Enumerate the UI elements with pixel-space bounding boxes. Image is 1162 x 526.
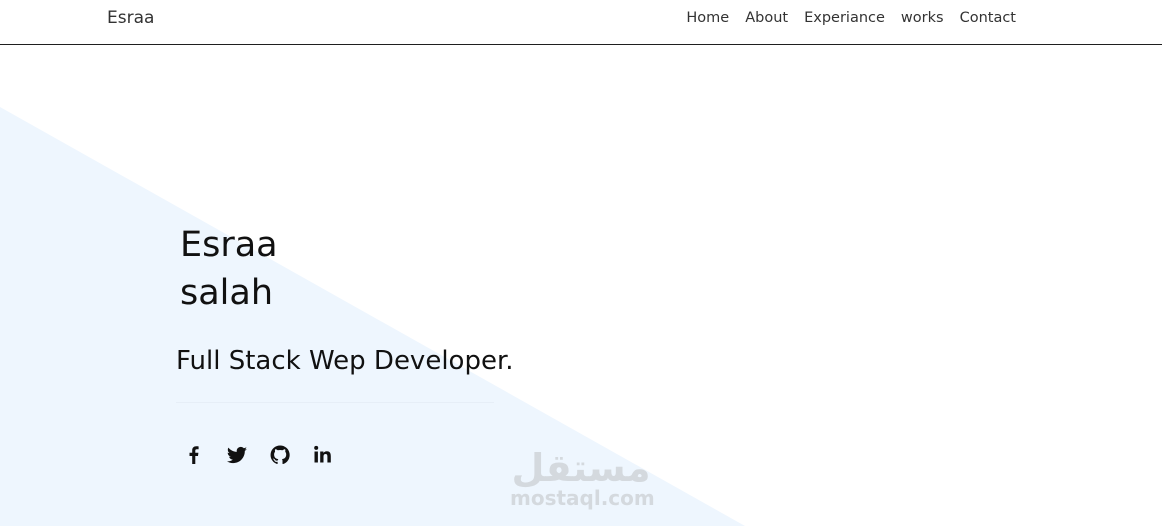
nav-link-works[interactable]: works [901,10,944,26]
linkedin-icon [314,445,331,463]
mostaql-watermark: مستقل mostaql.com [510,446,655,510]
watermark-latin-text: mostaql.com [510,486,655,510]
hero-last-name: salah [180,273,274,313]
linkedin-link[interactable] [311,443,354,467]
nav-link-about[interactable]: About [745,10,788,26]
hero-role: Full Stack Wep Developer. [176,346,514,376]
github-link[interactable] [268,443,311,467]
social-links [182,443,354,467]
github-icon [270,445,290,465]
nav-link-experiance[interactable]: Experiance [804,10,885,26]
hero-first-name: Esraa [180,225,278,265]
nav-link-contact[interactable]: Contact [960,10,1016,26]
watermark-arabic-text: مستقل [511,446,651,490]
nav-link-home[interactable]: Home [686,10,729,26]
navbar: Esraa Home About Experiance works Contac… [0,0,1162,45]
facebook-icon [189,446,199,464]
hero-name: Esraa salah [180,221,278,317]
brand-logo[interactable]: Esraa [107,8,154,28]
hero-divider [176,402,494,403]
twitter-icon [226,446,247,464]
twitter-link[interactable] [225,443,268,467]
facebook-link[interactable] [182,443,225,467]
nav-links: Home About Experiance works Contact [686,10,1016,26]
